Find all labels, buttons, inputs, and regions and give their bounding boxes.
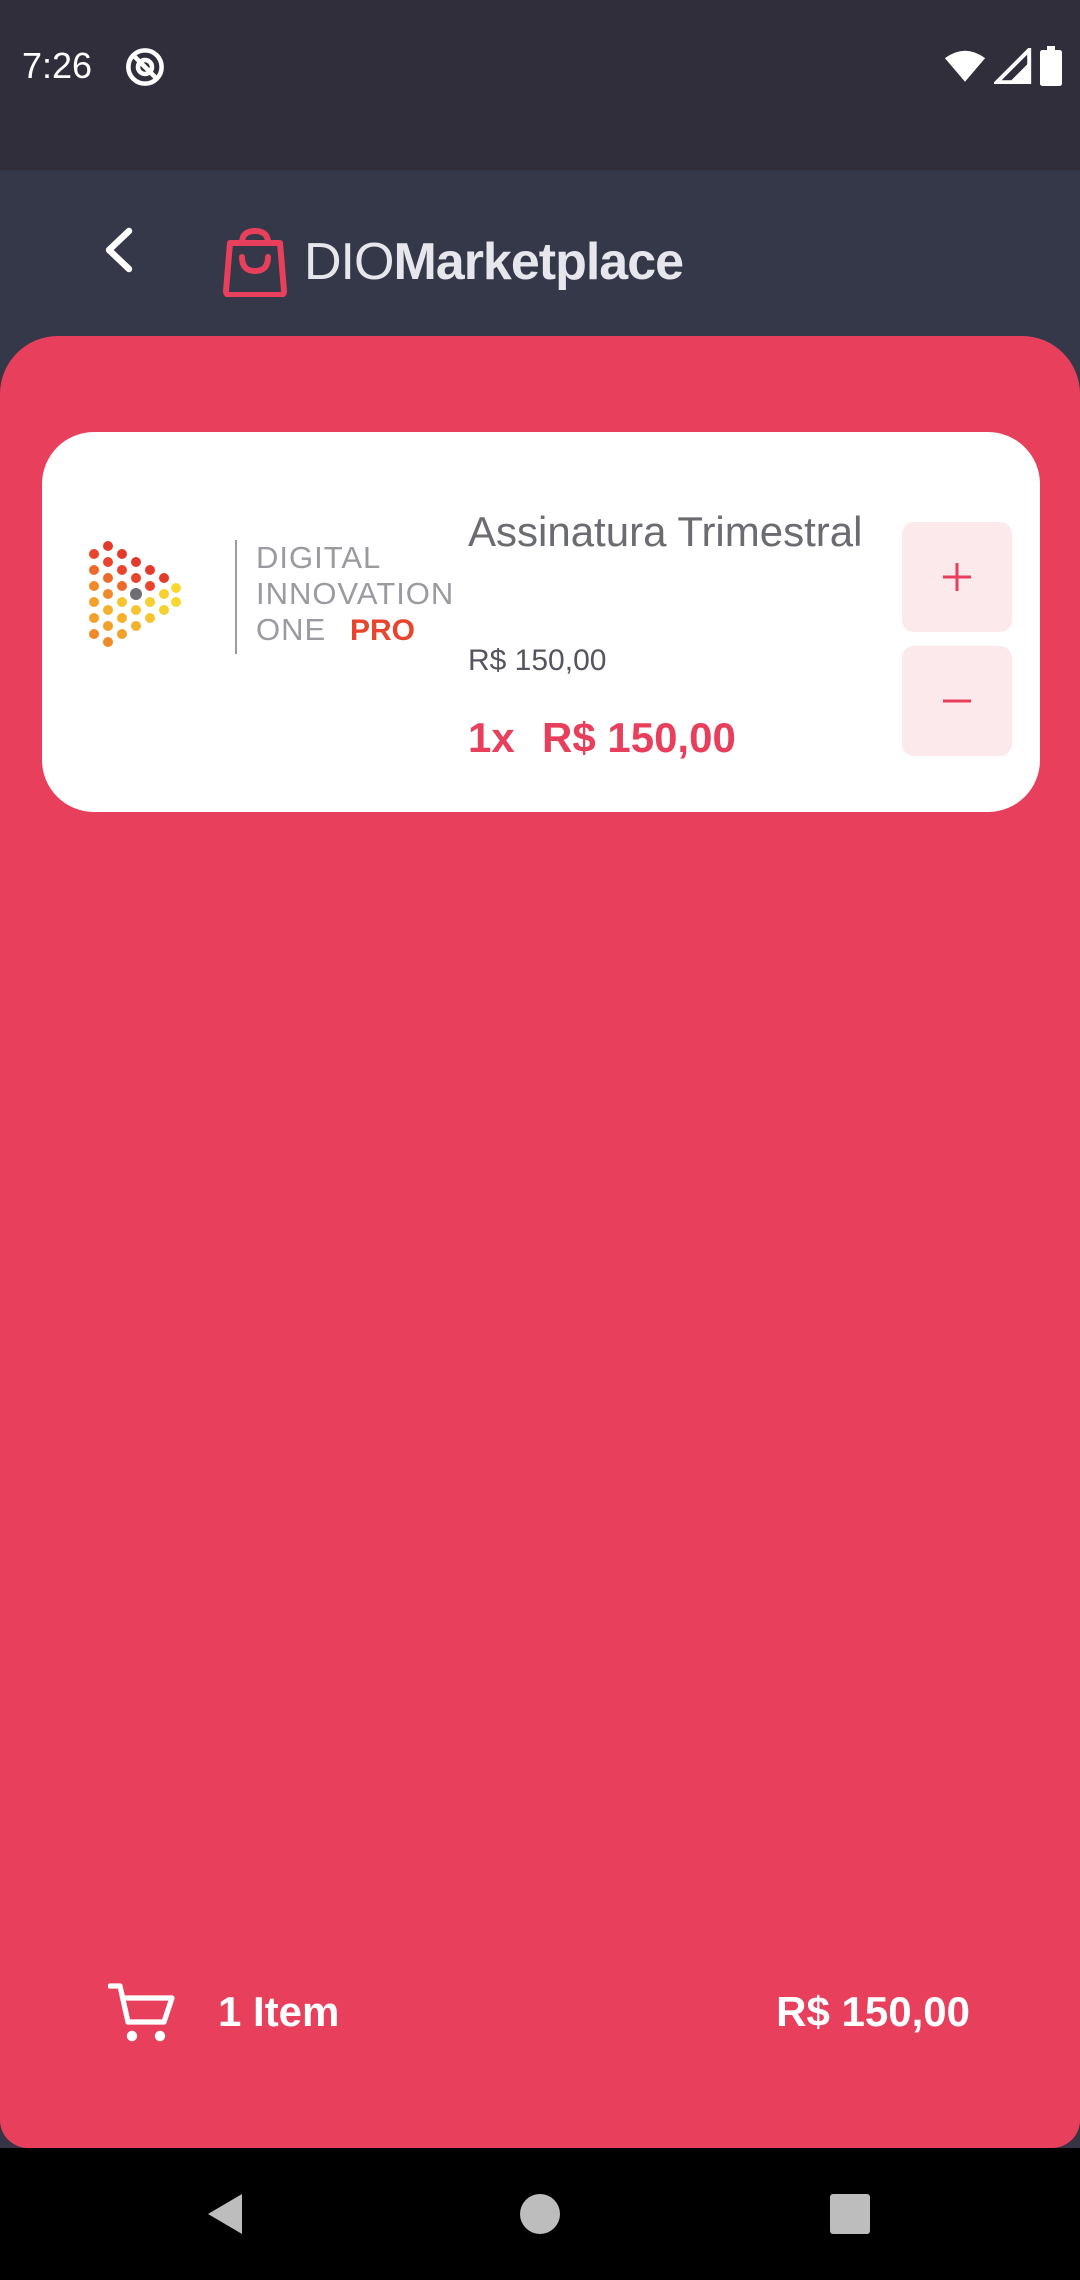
status-time: 7:26 <box>22 45 93 86</box>
screen: 7:26 DIOMarketplace DIGITAL INNOVATION O… <box>0 0 1080 2280</box>
logo-text: DIOMarketplace <box>304 232 684 292</box>
at-sign-icon <box>126 48 164 86</box>
shopping-bag-icon <box>223 227 287 297</box>
app-logo: DIOMarketplace <box>222 222 684 302</box>
system-nav-bar <box>0 2148 1080 2280</box>
minus-icon <box>943 699 971 703</box>
logo-text-light: DIO <box>304 233 394 291</box>
shopping-cart-icon <box>108 1983 175 2042</box>
product-quantity: 1x <box>468 714 515 761</box>
chevron-left-icon <box>105 227 133 273</box>
increment-quantity-button[interactable] <box>902 522 1012 632</box>
cart-summary: 1 Item R$ 150,00 <box>108 1980 972 2052</box>
brand-line-1: DIGITAL <box>256 540 381 575</box>
nav-back-button[interactable] <box>196 2184 256 2244</box>
nav-home-button[interactable] <box>510 2184 570 2244</box>
brand-badge: PRO <box>350 614 415 647</box>
product-name: Assinatura Trimestral <box>468 508 863 555</box>
signal-icon <box>994 48 1032 84</box>
triangle-back-icon <box>208 2194 242 2234</box>
logo-text-bold: Marketplace <box>393 233 684 291</box>
brand-line-2: INNOVATION <box>256 576 454 611</box>
cart-total: R$ 150,00 <box>776 1988 970 2035</box>
cart-panel: DIGITAL INNOVATION ONE PRO Assinatura Tr… <box>0 336 1080 2148</box>
product-line-total: R$ 150,00 <box>542 714 736 761</box>
dio-dots-logo <box>89 541 181 647</box>
back-button[interactable] <box>88 220 148 280</box>
battery-icon <box>1040 46 1062 86</box>
product-image: DIGITAL INNOVATION ONE PRO <box>89 540 454 654</box>
nav-recents-button[interactable] <box>820 2184 880 2244</box>
status-icons <box>944 44 1062 88</box>
wifi-icon <box>944 50 986 82</box>
square-recents-icon <box>830 2194 870 2234</box>
cart-item-count: 1 Item <box>218 1988 340 2035</box>
circle-home-icon <box>520 2194 560 2234</box>
product-unit-price: R$ 150,00 <box>468 644 607 677</box>
cart-item-card: DIGITAL INNOVATION ONE PRO Assinatura Tr… <box>42 432 1040 812</box>
plus-icon <box>943 563 971 591</box>
status-bar: 7:26 <box>0 0 1080 170</box>
decrement-quantity-button[interactable] <box>902 646 1012 756</box>
brand-line-3: ONE <box>256 612 326 647</box>
